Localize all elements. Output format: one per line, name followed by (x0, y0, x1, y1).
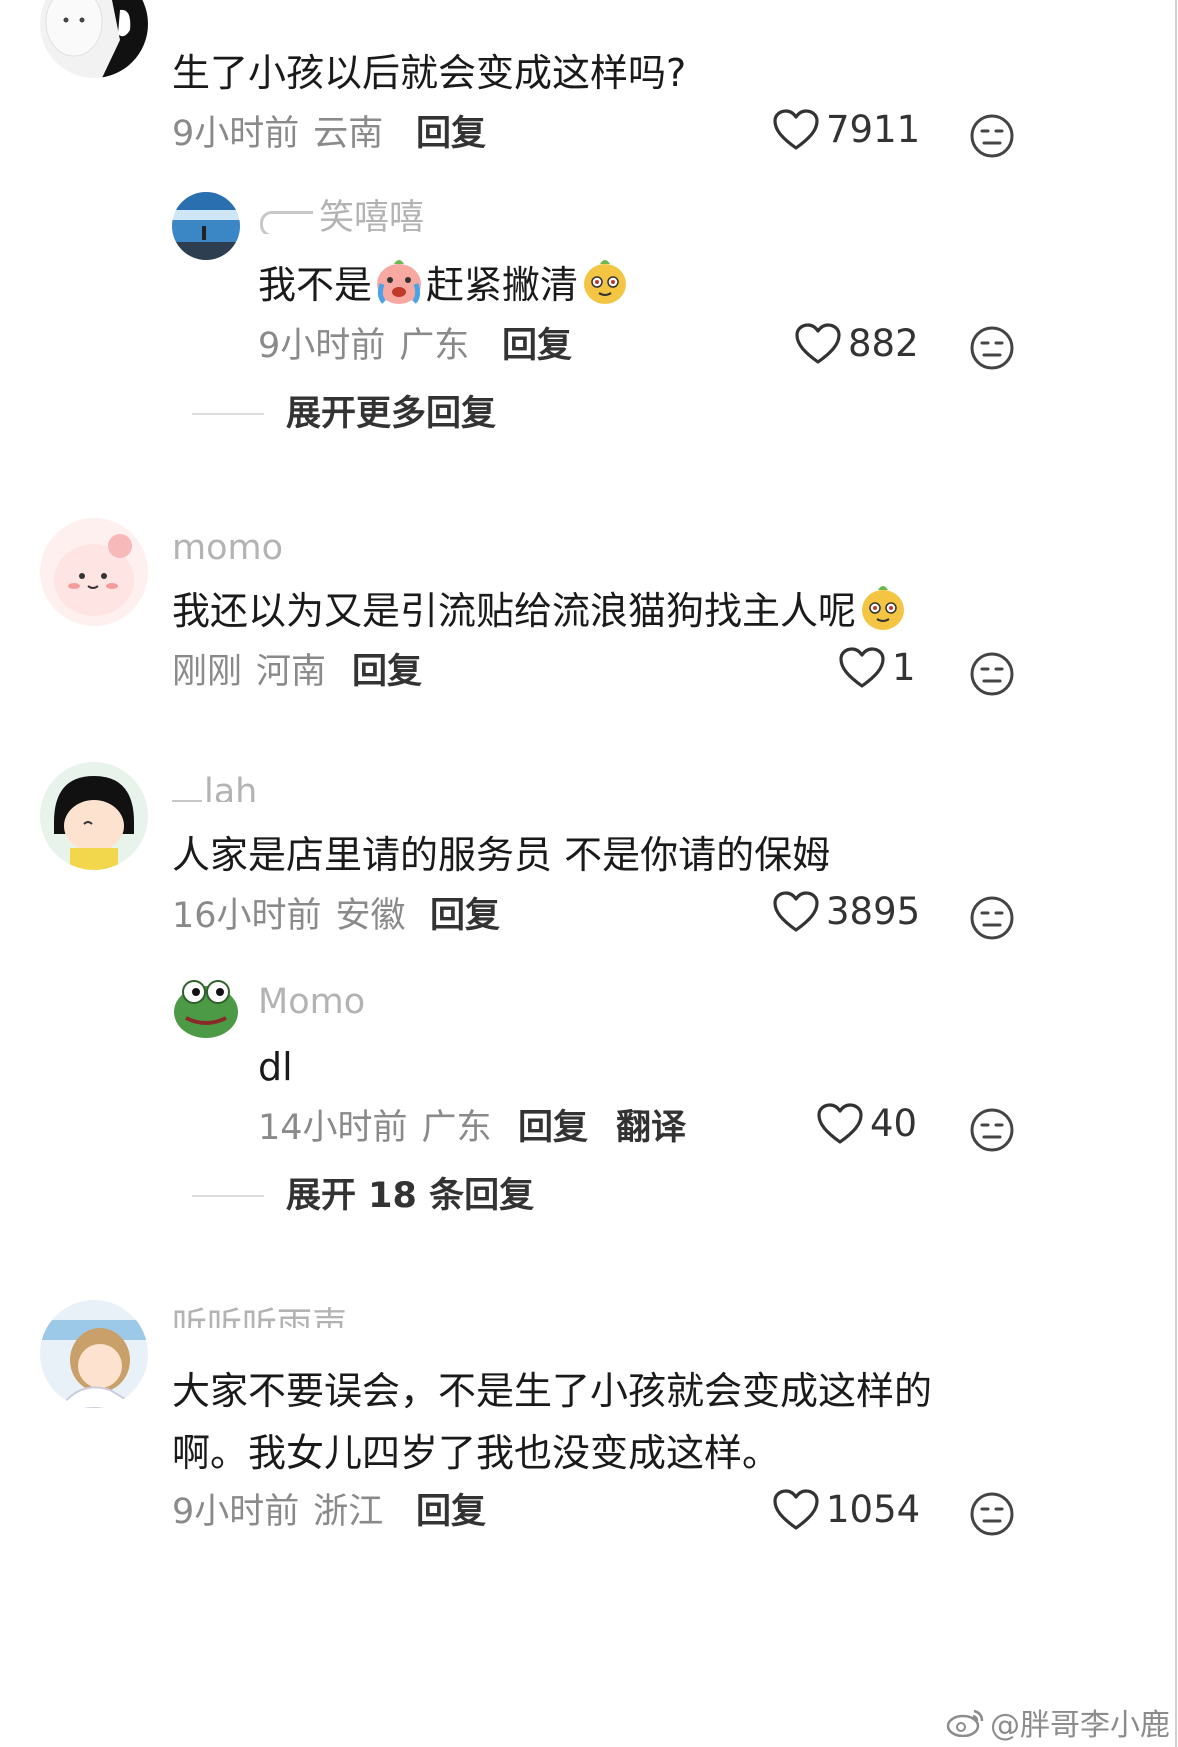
like-count: 1054 (826, 1488, 921, 1531)
watermark-text: @胖哥李小鹿 (990, 1708, 1170, 1743)
avatar[interactable] (40, 762, 148, 870)
neutral-face-icon (970, 896, 1014, 940)
like-button[interactable]: 7911 (772, 108, 920, 152)
avatar[interactable] (172, 192, 240, 260)
expand-replies-label: 展开更多回复 (286, 394, 497, 434)
reply-meta: 14小时前 广东 (258, 1106, 492, 1150)
reply-button[interactable]: 回复 (352, 650, 422, 694)
comment-location: 浙江 (313, 1492, 384, 1532)
heart-outline-icon (795, 323, 841, 364)
comment-meta: 16小时前 安徽 (172, 894, 406, 938)
reply-location: 广东 (421, 1108, 492, 1148)
username[interactable]: lah (172, 772, 257, 802)
avatar[interactable] (40, 0, 148, 78)
username[interactable]: momo (172, 528, 283, 568)
expand-divider (192, 1195, 264, 1197)
like-count: 882 (848, 322, 919, 365)
reply-button[interactable]: 回复 (416, 1490, 486, 1534)
neutral-face-icon (970, 1492, 1014, 1536)
weibo-logo-icon (946, 1709, 984, 1737)
comment-time: 刚刚 (172, 652, 243, 692)
comment-text: 生了小孩以后就会变成这样吗? (172, 51, 687, 95)
comment-time: 9小时前 (172, 1492, 300, 1532)
like-button[interactable]: 882 (794, 322, 919, 366)
like-button[interactable]: 3895 (772, 890, 920, 934)
heart-outline-icon (817, 1103, 863, 1144)
comment-text-line2: 啊。我女儿四岁了我也没变成这样。 (172, 1431, 781, 1475)
dislike-button[interactable] (968, 1490, 1016, 1538)
like-count: 7911 (826, 108, 921, 151)
reply-text: dl (258, 1045, 293, 1089)
neutral-face-icon (970, 652, 1014, 696)
heart-outline-icon (773, 109, 819, 150)
dislike-button[interactable] (968, 650, 1016, 698)
heart-outline-icon (839, 647, 885, 688)
neutral-face-icon (970, 326, 1014, 370)
dislike-button[interactable] (968, 894, 1016, 942)
username[interactable]: 笑嘻嘻 (260, 198, 424, 234)
right-edge-divider (1175, 0, 1177, 1747)
comment-location: 河南 (256, 652, 327, 692)
reply-button[interactable]: 回复 (430, 894, 500, 938)
expand-replies-label: 展开 18 条回复 (286, 1176, 535, 1216)
username-redaction (172, 786, 202, 802)
like-count: 1 (892, 646, 916, 689)
like-button[interactable]: 40 (816, 1102, 917, 1146)
reply-location: 广东 (399, 326, 470, 366)
like-button[interactable]: 1 (838, 646, 916, 690)
like-count: 40 (870, 1102, 918, 1145)
sly-emoji-icon (584, 260, 627, 304)
comment-text: 人家是店里请的服务员 不是你请的保姆 (172, 833, 831, 877)
reply-button[interactable]: 回复 (416, 112, 486, 156)
like-count: 3895 (826, 890, 921, 933)
username-redaction (260, 211, 313, 234)
comment-meta: 9小时前 云南 (172, 112, 383, 156)
like-button[interactable]: 1054 (772, 1488, 920, 1532)
avatar[interactable] (40, 518, 148, 626)
neutral-face-icon (970, 114, 1014, 158)
username[interactable]: 听听听雨声 (172, 1306, 347, 1328)
translate-button[interactable]: 翻译 (616, 1106, 686, 1150)
crying-emoji-icon (377, 260, 422, 304)
reply-button[interactable]: 回复 (518, 1106, 588, 1150)
comment-location: 云南 (313, 114, 384, 154)
username[interactable]: Momo (258, 982, 365, 1022)
comment-time: 9小时前 (172, 114, 300, 154)
reply-time: 14小时前 (258, 1108, 408, 1148)
heart-outline-icon (773, 1489, 819, 1530)
dislike-button[interactable] (968, 112, 1016, 160)
neutral-face-icon (970, 1108, 1014, 1152)
comment-time: 16小时前 (172, 896, 322, 936)
avatar[interactable] (40, 1300, 148, 1408)
reply-button[interactable]: 回复 (502, 324, 572, 368)
expand-divider (192, 413, 264, 415)
expand-replies-button[interactable]: 展开 18 条回复 (192, 1174, 534, 1218)
comment-location: 安徽 (335, 896, 406, 936)
comment-meta: 9小时前 浙江 (172, 1490, 383, 1534)
comment-text: 我还以为又是引流贴给流浪猫狗找主人呢 (172, 582, 910, 640)
sly-emoji-icon (862, 586, 905, 630)
dislike-button[interactable] (968, 1106, 1016, 1154)
reply-meta: 9小时前 广东 (258, 324, 469, 368)
comment-text-line1: 大家不要误会，不是生了小孩就会变成这样的 (172, 1369, 933, 1413)
heart-outline-icon (773, 891, 819, 932)
weibo-watermark: @胖哥李小鹿 (946, 1700, 1170, 1744)
avatar[interactable] (172, 972, 240, 1040)
reply-text: 我不是 赶紧撇清 (258, 256, 632, 314)
expand-replies-button[interactable]: 展开更多回复 (192, 392, 496, 436)
dislike-button[interactable] (968, 324, 1016, 372)
comment-meta: 刚刚 河南 (172, 650, 326, 694)
reply-time: 9小时前 (258, 326, 386, 366)
